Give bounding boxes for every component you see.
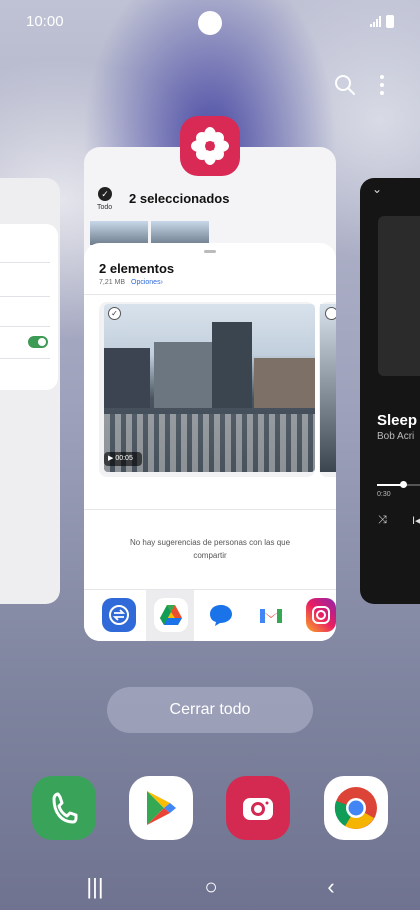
chevron-down-icon: ⌄ bbox=[372, 182, 383, 196]
checkmark-icon bbox=[325, 307, 336, 320]
divider bbox=[84, 294, 336, 295]
close-all-button[interactable]: Cerrar todo bbox=[107, 687, 313, 733]
options-link: Opciones› bbox=[131, 279, 163, 286]
divider bbox=[84, 509, 336, 510]
divider bbox=[0, 296, 50, 297]
recent-app-card-settings[interactable] bbox=[0, 178, 60, 604]
building bbox=[254, 358, 315, 408]
drag-handle bbox=[204, 250, 216, 253]
status-time: 10:00 bbox=[26, 13, 64, 30]
video-thumbnail bbox=[104, 304, 315, 472]
share-title: 2 elementos bbox=[99, 261, 175, 276]
song-title: Sleep A bbox=[377, 412, 420, 429]
recent-app-card-music[interactable]: ⌄ Sleep A Bob Acri 0:30 ⤨ I◀ bbox=[360, 178, 420, 604]
album-art bbox=[378, 216, 420, 376]
video-thumbnail bbox=[320, 304, 336, 472]
recent-app-card-gallery[interactable]: ✓ Todo 2 seleccionados 2 elementos 7,21 … bbox=[84, 147, 336, 641]
building bbox=[212, 322, 252, 408]
song-artist: Bob Acri bbox=[377, 431, 415, 442]
battery-icon bbox=[386, 15, 394, 28]
building bbox=[104, 348, 150, 408]
gallery-app-icon[interactable] bbox=[180, 116, 240, 176]
options-label: Opciones bbox=[131, 279, 161, 286]
seek-bar-thumb bbox=[400, 481, 407, 488]
quick-share-icon bbox=[102, 598, 136, 632]
more-options-icon[interactable] bbox=[372, 74, 392, 96]
front-camera bbox=[198, 11, 222, 35]
home-button[interactable]: ○ bbox=[196, 874, 226, 899]
back-button[interactable]: ‹ bbox=[316, 874, 346, 899]
play-store-icon[interactable] bbox=[129, 776, 193, 840]
phone-icon[interactable] bbox=[32, 776, 96, 840]
gallery-thumbnail bbox=[90, 221, 148, 245]
camera-icon[interactable] bbox=[226, 776, 290, 840]
signal-icon bbox=[370, 16, 381, 27]
selection-count: 2 seleccionados bbox=[129, 191, 230, 206]
instagram-icon bbox=[306, 598, 336, 632]
share-size: 7,21 MB bbox=[99, 279, 126, 286]
elapsed-time: 0:30 bbox=[377, 491, 391, 498]
video-duration: 00:05 bbox=[115, 455, 133, 462]
navigation-bar: ||| ○ ‹ bbox=[0, 860, 420, 910]
building bbox=[154, 342, 212, 408]
divider bbox=[0, 262, 50, 263]
select-all-checkbox: ✓ bbox=[98, 187, 112, 201]
gallery-thumbnail bbox=[151, 221, 209, 245]
google-drive-icon bbox=[154, 598, 188, 632]
video-duration-badge: ▶ 00:05 bbox=[104, 452, 142, 466]
settings-panel bbox=[0, 224, 58, 390]
chevron-right-icon: › bbox=[160, 279, 163, 286]
shuffle-icon: ⤨ bbox=[378, 514, 387, 526]
recents-button[interactable]: ||| bbox=[80, 874, 110, 899]
divider bbox=[0, 358, 50, 359]
gmail-icon bbox=[254, 598, 288, 632]
no-people-suggestions: No hay sugerencias de personas con las q… bbox=[129, 538, 291, 560]
chrome-icon[interactable] bbox=[324, 776, 388, 840]
previous-track-icon: I◀ bbox=[412, 515, 420, 527]
divider bbox=[0, 326, 50, 327]
share-preview-card: ✓ ▶ 00:05 bbox=[99, 302, 315, 477]
share-apps-row bbox=[84, 589, 336, 641]
share-sheet: 2 elementos 7,21 MB Opciones› ✓ ▶ 00:05 … bbox=[84, 243, 336, 641]
status-bar: 10:00 bbox=[0, 0, 420, 44]
toggle-switch bbox=[28, 336, 48, 348]
search-icon[interactable] bbox=[334, 74, 356, 96]
select-all-label: Todo bbox=[97, 204, 113, 211]
checkmark-icon: ✓ bbox=[108, 307, 121, 320]
messages-icon bbox=[204, 598, 238, 632]
share-preview-card bbox=[319, 302, 336, 477]
